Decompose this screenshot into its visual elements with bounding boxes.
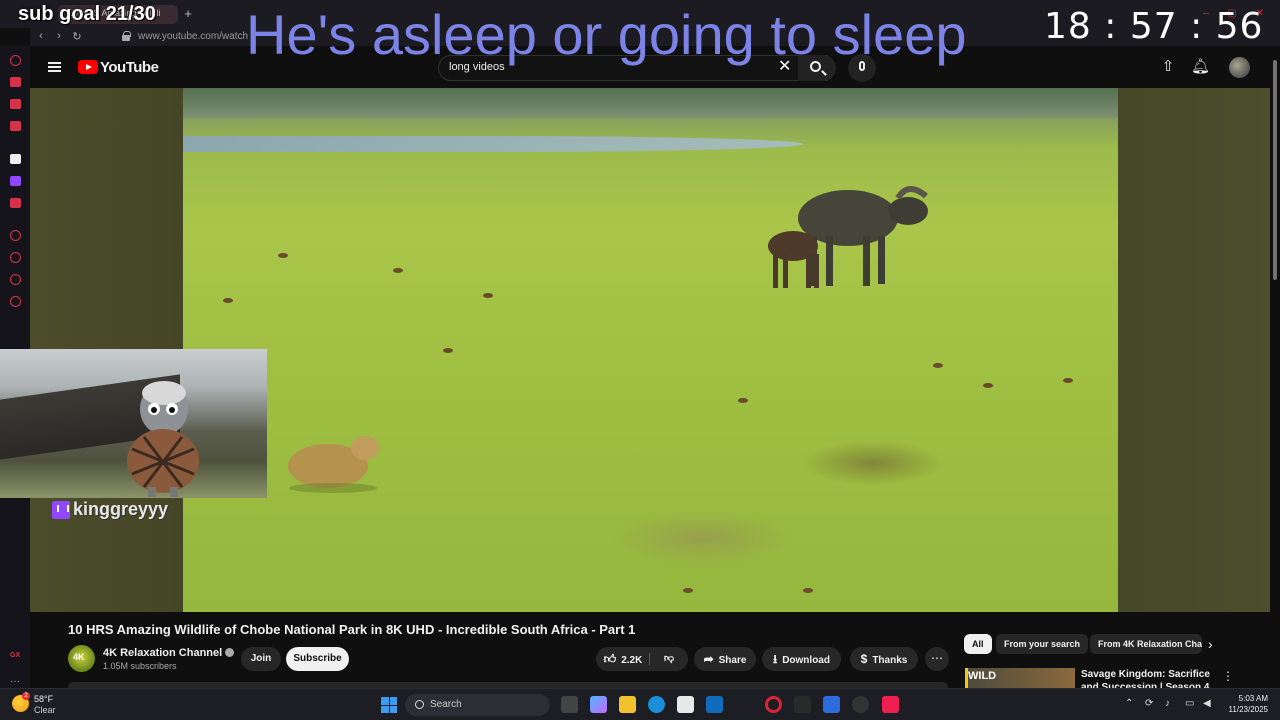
video-treeline xyxy=(183,88,1118,118)
thumbs-down-icon: 👎︎ xyxy=(663,653,675,664)
taskbar-time[interactable]: 5:03 AM xyxy=(1228,694,1268,703)
account-avatar[interactable] xyxy=(1229,57,1250,78)
edge-icon[interactable] xyxy=(648,696,665,713)
filter-chip-all[interactable]: All xyxy=(964,634,992,654)
tiktok-icon[interactable] xyxy=(882,696,899,713)
avatar-character-image xyxy=(127,381,199,497)
page-scrollbar[interactable] xyxy=(1270,46,1280,688)
sidebar-ai-icon[interactable] xyxy=(10,154,21,164)
sidebar-player-icon[interactable] xyxy=(10,230,21,241)
scroll-thumb[interactable] xyxy=(1273,60,1277,280)
thanks-button[interactable]: $ Thanks xyxy=(850,647,918,671)
share-button[interactable]: ➦ Share xyxy=(694,647,756,671)
copilot-icon[interactable] xyxy=(590,696,607,713)
youtube-logo-icon[interactable] xyxy=(78,60,98,74)
channel-name[interactable]: 4K Relaxation Channel xyxy=(103,647,235,659)
video-title: 10 HRS Amazing Wildlife of Chobe Nationa… xyxy=(68,622,636,637)
sidebar-settings-icon[interactable] xyxy=(10,296,21,307)
video-frame[interactable] xyxy=(183,88,1118,612)
verified-icon xyxy=(225,648,235,657)
tray-app-icon[interactable]: ⟳ xyxy=(1145,698,1153,709)
taskbar-search[interactable]: Search xyxy=(405,694,550,716)
task-view-icon[interactable] xyxy=(561,696,578,713)
sidebar-chat-icon[interactable] xyxy=(10,99,21,109)
taskbar-search-label: Search xyxy=(430,699,462,710)
app-icon[interactable] xyxy=(823,696,840,713)
like-button[interactable]: 👍︎ 2.2K xyxy=(596,647,650,671)
share-icon: ➦ xyxy=(703,652,714,666)
new-tab-icon[interactable]: + xyxy=(180,6,196,22)
file-explorer-icon[interactable] xyxy=(619,696,636,713)
store-icon[interactable] xyxy=(677,696,694,713)
weather-temperature[interactable]: 58°F xyxy=(34,694,53,704)
weather-condition: Clear xyxy=(34,705,56,715)
channel-avatar[interactable]: 4K xyxy=(68,645,95,672)
subscribe-button[interactable]: Subscribe xyxy=(286,647,349,671)
recommendation-thumbnail[interactable]: WILD xyxy=(965,668,1075,688)
menu-icon[interactable] xyxy=(48,62,61,72)
channel-avatar-text: 4K xyxy=(73,652,85,662)
taskbar-date[interactable]: 11/23/2025 xyxy=(1216,705,1268,714)
windows-taskbar: 2 58°F Clear Search ⌃ ⟳ ♪ ▭ ◀ 5:03 AM 11… xyxy=(0,688,1280,720)
stream-status-overlay: He's asleep or going to sleep xyxy=(246,3,967,66)
sidebar-messenger-icon[interactable] xyxy=(10,55,21,66)
tray-chevron-icon[interactable]: ⌃ xyxy=(1125,698,1133,709)
sidebar-app-icon[interactable] xyxy=(10,77,21,87)
sidebar-vk-icon[interactable] xyxy=(10,198,21,208)
upload-icon[interactable]: ⇧ xyxy=(1159,58,1177,76)
sidebar-history-icon[interactable] xyxy=(10,252,21,263)
gx-icon[interactable]: GX xyxy=(10,652,20,659)
recommendation-menu-icon[interactable]: ⋮ xyxy=(1222,669,1234,683)
tray-volume-icon[interactable]: ◀ xyxy=(1203,698,1211,709)
sub-goal-overlay: sub goal 21/30 xyxy=(18,3,156,25)
sidebar-pin-icon[interactable] xyxy=(10,274,21,285)
webcam-overlay xyxy=(0,349,267,498)
recommendation-thumb-label: WILD xyxy=(968,670,997,682)
outlook-icon[interactable] xyxy=(706,696,723,713)
forward-icon[interactable]: › xyxy=(52,30,66,42)
weather-badge: 2 xyxy=(22,692,30,700)
obs-icon[interactable] xyxy=(852,696,869,713)
download-icon: ⭳ xyxy=(773,652,778,666)
chevron-right-icon[interactable]: › xyxy=(1208,636,1213,652)
more-actions-icon[interactable]: ⋯ xyxy=(925,647,949,671)
reload-icon[interactable]: ↻ xyxy=(70,30,84,43)
twitch-username: kinggreyyy xyxy=(73,499,169,519)
youtube-logo-text[interactable]: YouTube xyxy=(100,59,159,76)
tray-mic-icon[interactable]: ♪ xyxy=(1165,698,1170,709)
back-icon[interactable]: ‹ xyxy=(34,30,48,42)
twitch-icon xyxy=(52,501,70,519)
download-button[interactable]: ⭳ Download xyxy=(762,647,841,671)
thumbs-up-icon: 👍︎ xyxy=(603,652,617,666)
join-button[interactable]: Join xyxy=(241,647,281,671)
url-field[interactable]: www.youtube.com/watch xyxy=(138,31,248,42)
dislike-button[interactable]: 👎︎ xyxy=(650,647,688,671)
recommendation-title[interactable]: Savage Kingdom: Sacrifice and Succession… xyxy=(1081,668,1216,688)
opera-gx-icon[interactable] xyxy=(765,696,782,713)
taskbar-search-icon xyxy=(415,700,424,709)
lion-image xyxy=(288,436,379,493)
tray-network-icon[interactable]: ▭ xyxy=(1185,698,1194,709)
notifications-icon[interactable]: 🔔︎ xyxy=(1191,58,1210,76)
filter-chip-search[interactable]: From your search xyxy=(996,634,1089,654)
filter-chip-channel[interactable]: From 4K Relaxation Cha xyxy=(1090,634,1202,654)
start-icon[interactable] xyxy=(381,697,397,713)
lock-icon xyxy=(122,31,131,41)
subscriber-count: 1.05M subscribers xyxy=(103,661,177,671)
sidebar-whatsapp-icon[interactable] xyxy=(10,121,21,131)
sidebar-twitch-icon[interactable] xyxy=(10,176,21,186)
thanks-icon: $ xyxy=(860,652,868,666)
clock-overlay: 18 : 57 : 56 xyxy=(1044,6,1264,47)
sidebar-more-icon[interactable]: ··· xyxy=(10,676,20,687)
video-river xyxy=(183,136,803,152)
tf-app-icon[interactable] xyxy=(794,696,811,713)
buffalo-image xyxy=(768,186,928,288)
